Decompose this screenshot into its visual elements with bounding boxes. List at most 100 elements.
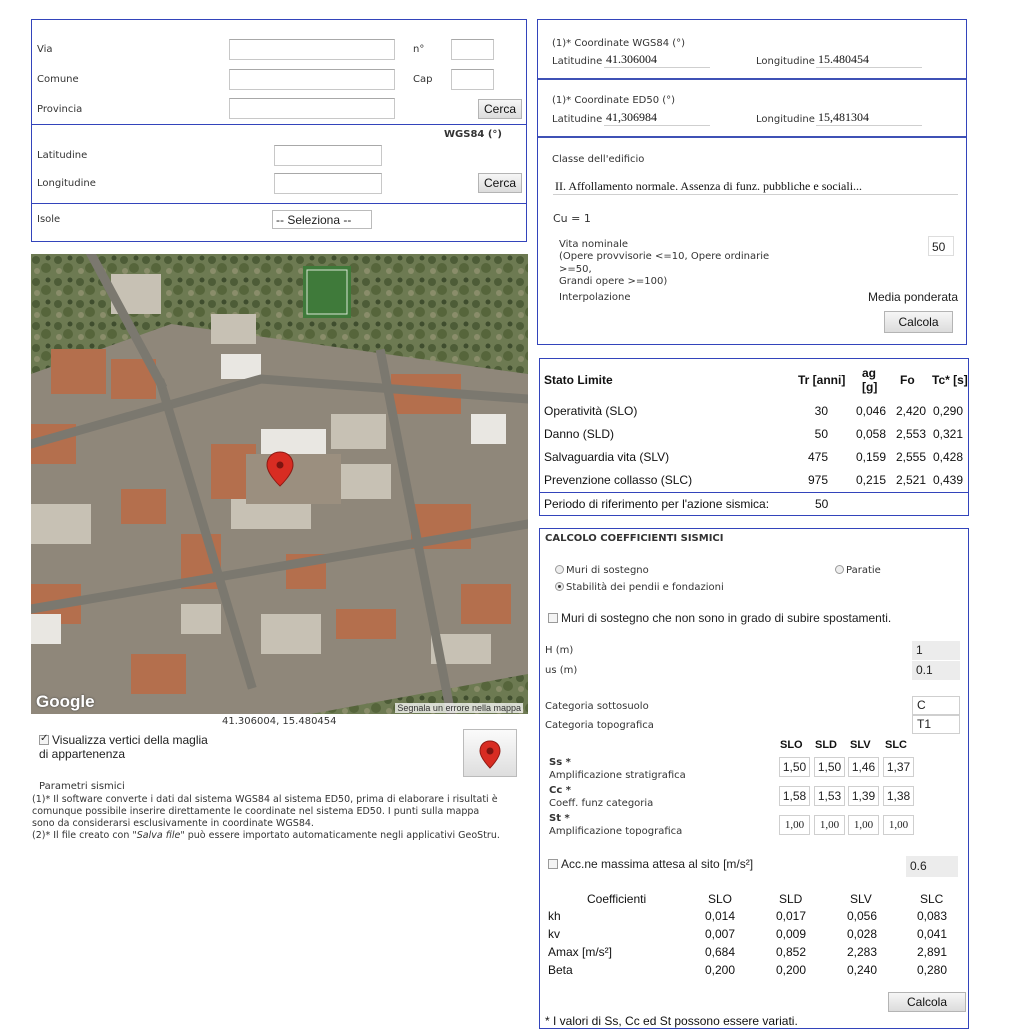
via-input[interactable] xyxy=(229,39,395,60)
result-value-slc: 2,891 xyxy=(917,945,948,959)
comune-input[interactable] xyxy=(229,69,395,90)
ss-label: Ss * xyxy=(549,757,571,768)
ed50-coords-title: (1)* Coordinate ED50 (°) xyxy=(552,95,676,106)
st-value-slc[interactable]: 1,00 xyxy=(883,815,914,835)
radio-paratie[interactable]: Paratie xyxy=(835,565,881,576)
result-value-slo: 0,014 xyxy=(705,909,736,923)
ss-desc: Amplificazione stratigrafica xyxy=(549,770,686,781)
radio-stabilita-label: Stabilità dei pendii e fondazioni xyxy=(566,582,724,593)
ss-value-sld[interactable]: 1,50 xyxy=(814,757,845,777)
building-calc-button[interactable]: Calcola xyxy=(884,311,953,333)
coeff-calc-button[interactable]: Calcola xyxy=(888,992,966,1012)
divider xyxy=(538,78,966,80)
report-error-link[interactable]: Segnala un errore nella mappa xyxy=(395,703,523,713)
comune-label: Comune xyxy=(37,74,79,85)
cc-value-slv[interactable]: 1,39 xyxy=(848,786,879,806)
wgs84-coords-title: (1)* Coordinate WGS84 (°) xyxy=(552,38,686,49)
ed50-lon-field[interactable]: 15,481304 xyxy=(816,110,922,126)
marker-button[interactable] xyxy=(463,729,517,777)
result-value-slv: 0,056 xyxy=(847,909,878,923)
checkbox-icon[interactable] xyxy=(39,733,49,745)
via-label: Via xyxy=(37,44,53,55)
cc-desc: Coeff. funz categoria xyxy=(549,798,654,809)
h-label: H (m) xyxy=(545,645,574,656)
cc-value-slo[interactable]: 1,58 xyxy=(779,786,810,806)
chk-muri[interactable]: Muri di sostegno che non sono in grado d… xyxy=(548,611,891,625)
radio-muri[interactable]: Muri di sostegno xyxy=(555,565,649,576)
vita-nominale-label: Vita nominale xyxy=(559,239,628,250)
result-value-sld: 0,009 xyxy=(776,927,807,941)
wgs84-lat-label: Latitudine xyxy=(552,56,603,67)
st-value-slo[interactable]: 1,00 xyxy=(779,815,810,835)
ss-value-slo[interactable]: 1,50 xyxy=(779,757,810,777)
st-label: St * xyxy=(549,813,570,824)
stato-row-fo: 2,553 xyxy=(895,427,926,441)
result-value-sld: 0,017 xyxy=(776,909,807,923)
st-value-slv[interactable]: 1,00 xyxy=(848,815,879,835)
checkbox-icon[interactable] xyxy=(548,613,558,623)
map-coords-caption: 41.306004, 15.480454 xyxy=(222,716,337,727)
cat-topografica-field[interactable]: T1 xyxy=(912,715,960,734)
wgs84-lat-field[interactable]: 41.306004 xyxy=(604,52,710,68)
cc-value-slc[interactable]: 1,38 xyxy=(883,786,914,806)
cat-sottosuolo-field[interactable]: C xyxy=(912,696,960,715)
tr-header: Tr [anni] xyxy=(798,373,846,387)
radio-muri-icon[interactable] xyxy=(555,565,564,574)
wgs84-lon-field[interactable]: 15.480454 xyxy=(816,52,922,68)
ed50-lat-label: Latitudine xyxy=(552,114,603,125)
notes-line-4: (2)* Il file creato con "Salva file" può… xyxy=(32,830,500,841)
res-header-slv: SLV xyxy=(850,892,872,906)
stato-row-ag: 0,159 xyxy=(855,450,886,464)
stato-row-name: Danno (SLD) xyxy=(544,427,615,441)
col-slc-header: SLC xyxy=(885,739,907,751)
h-field[interactable]: 1 xyxy=(912,641,960,660)
divider xyxy=(31,203,527,204)
result-value-slv: 2,283 xyxy=(847,945,878,959)
map-pin-icon xyxy=(479,740,501,769)
vita-nominale-input[interactable]: 50 xyxy=(928,236,954,256)
latitude-input[interactable] xyxy=(274,145,382,166)
stato-row-tr: 975 xyxy=(807,473,828,487)
provincia-input[interactable] xyxy=(229,98,395,119)
cc-label: Cc * xyxy=(549,785,571,796)
acc-field[interactable]: 0.6 xyxy=(906,856,958,877)
satellite-map xyxy=(31,254,528,714)
radio-stabilita[interactable]: Stabilità dei pendii e fondazioni xyxy=(555,582,724,593)
ed50-lat-field[interactable]: 41,306984 xyxy=(604,110,710,126)
vita-desc-3: Grandi opere >=100) xyxy=(559,276,668,287)
stato-row-tc: 0,439 xyxy=(932,473,963,487)
ss-value-slc[interactable]: 1,37 xyxy=(883,757,914,777)
divider xyxy=(538,136,966,138)
periodo-value: 50 xyxy=(815,497,829,511)
address-search-button[interactable]: Cerca xyxy=(478,99,522,119)
result-row-name: Amax [m/s²] xyxy=(548,945,613,959)
isole-select[interactable]: -- Seleziona -- xyxy=(272,210,372,229)
cat-topografica-label: Categoria topografica xyxy=(545,720,654,731)
show-vertices-checkbox[interactable]: Visualizza vertici della maglia xyxy=(39,733,208,747)
wgs-search-button[interactable]: Cerca xyxy=(478,173,522,193)
radio-paratie-icon[interactable] xyxy=(835,565,844,574)
us-field[interactable]: 0.1 xyxy=(912,661,960,680)
notes-title: Parametri sismici xyxy=(39,781,125,792)
wgs84-lon-label: Longitudine xyxy=(756,56,815,67)
col-slv-header: SLV xyxy=(850,739,871,751)
stato-row-name: Salvaguardia vita (SLV) xyxy=(544,450,670,464)
checkbox-icon[interactable] xyxy=(548,859,558,869)
interpolazione-select[interactable]: Media ponderata xyxy=(868,290,958,304)
cc-value-sld[interactable]: 1,53 xyxy=(814,786,845,806)
interpolazione-label: Interpolazione xyxy=(559,292,631,303)
ss-value-slv[interactable]: 1,46 xyxy=(848,757,879,777)
longitude-input[interactable] xyxy=(274,173,382,194)
radio-stabilita-icon[interactable] xyxy=(555,582,564,591)
map-view[interactable]: Google Segnala un errore nella mappa xyxy=(31,254,528,714)
cap-input[interactable] xyxy=(451,69,494,90)
st-value-sld[interactable]: 1,00 xyxy=(814,815,845,835)
stato-header: Stato Limite xyxy=(544,373,613,387)
number-input[interactable] xyxy=(451,39,494,60)
show-vertices-label-2: di appartenenza xyxy=(39,747,126,761)
stato-row-fo: 2,555 xyxy=(895,450,926,464)
res-header-slc: SLC xyxy=(920,892,944,906)
chk-acc[interactable]: Acc.ne massima attesa al sito [m/s²] xyxy=(548,857,753,871)
isole-label: Isole xyxy=(37,214,61,225)
building-class-select[interactable]: II. Affollamento normale. Assenza di fun… xyxy=(553,179,958,195)
